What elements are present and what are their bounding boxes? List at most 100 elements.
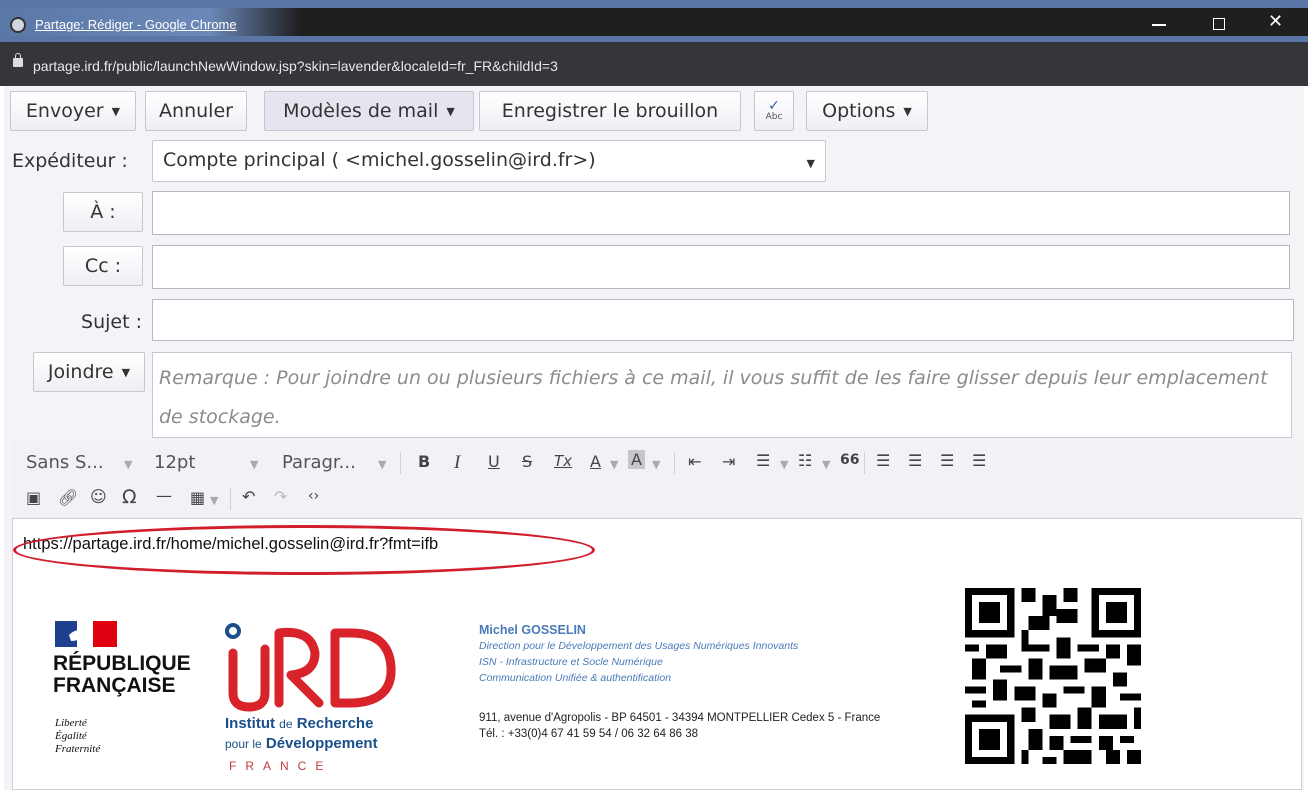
- motto-fraternite: Fraternité: [55, 743, 101, 755]
- indent-icon[interactable]: ⇥: [722, 452, 735, 471]
- window-titlebar: Partage: Rédiger - Google Chrome ✕: [0, 0, 1308, 42]
- paragraph-select[interactable]: Paragr...: [282, 452, 356, 473]
- chevron-down-icon: ▼: [822, 458, 831, 471]
- italic-button[interactable]: I: [454, 452, 460, 474]
- motto-liberte: Liberté: [55, 717, 87, 729]
- chevron-down-icon: ▼: [446, 104, 455, 118]
- attach-drop-zone[interactable]: Remarque : Pour joindre un ou plusieurs …: [152, 352, 1292, 438]
- signature-name: Michel GOSSELIN: [479, 623, 586, 637]
- close-icon[interactable]: ✕: [1268, 13, 1283, 31]
- highlight-ellipse: [13, 525, 595, 575]
- subject-field[interactable]: [152, 299, 1294, 341]
- clear-format-button[interactable]: Tx: [554, 452, 572, 470]
- toolbar-divider: [674, 452, 675, 474]
- ird-word-developpement: Développement: [265, 735, 378, 752]
- spellcheck-button[interactable]: ✓ Abc: [754, 91, 794, 131]
- compose-app: Envoyer ▼ Annuler Modèles de mail ▼ Enregi…: [4, 86, 1304, 790]
- send-button[interactable]: Envoyer ▼: [10, 91, 136, 131]
- chevron-down-icon: ▼: [610, 458, 619, 471]
- rf-line2: FRANÇAISE: [53, 674, 176, 697]
- align-right-icon[interactable]: ☰: [940, 451, 954, 470]
- window-title: Partage: Rédiger - Google Chrome: [35, 17, 237, 32]
- to-label: À :: [90, 201, 116, 223]
- signature-dept1: Direction pour le Développement des Usag…: [479, 640, 799, 652]
- ird-word-pour-le: pour le: [225, 737, 262, 751]
- cc-field[interactable]: [152, 245, 1290, 289]
- from-value: Compte principal ( <michel.gosselin@ird.…: [163, 149, 596, 171]
- ird-word-de: de: [279, 717, 293, 731]
- attach-note-text: Remarque : Pour joindre un ou plusieurs …: [159, 367, 1268, 428]
- chevron-down-icon: ▼: [121, 365, 131, 379]
- signature-address: 911, avenue d'Agropolis - BP 64501 - 343…: [479, 712, 881, 724]
- chevron-down-icon: ▼: [111, 104, 121, 118]
- spellcheck-icon: ✓: [768, 98, 780, 114]
- rf-motto: Liberté Égalité Fraternité: [55, 717, 100, 756]
- special-character-button[interactable]: Ω: [122, 486, 137, 508]
- message-body-editor[interactable]: https://partage.ird.fr/home/michel.gosse…: [12, 518, 1302, 790]
- numbered-list-icon[interactable]: ☷: [798, 451, 812, 470]
- font-family-select[interactable]: Sans S...: [26, 452, 104, 473]
- font-size-select[interactable]: 12pt: [154, 452, 195, 473]
- background-color-button[interactable]: A: [628, 450, 645, 469]
- to-field[interactable]: [152, 191, 1290, 235]
- motto-egalite: Égalité: [55, 730, 87, 742]
- save-draft-button[interactable]: Enregistrer le brouillon: [479, 91, 741, 131]
- templates-label: Modèles de mail: [283, 100, 439, 122]
- justify-icon[interactable]: ☰: [972, 451, 986, 470]
- link-icon[interactable]: 🔗︎: [58, 488, 78, 507]
- save-draft-label: Enregistrer le brouillon: [501, 100, 719, 122]
- cancel-button[interactable]: Annuler: [145, 91, 247, 131]
- chevron-down-icon: ▼: [210, 494, 219, 507]
- toolbar-divider: [864, 452, 865, 474]
- source-code-icon[interactable]: ‹›: [308, 488, 319, 504]
- titlebar-stripe: [0, 0, 1308, 8]
- text-color-button[interactable]: A: [590, 452, 601, 471]
- bold-button[interactable]: B: [418, 452, 430, 471]
- ird-line2: pour le Développement: [225, 735, 378, 752]
- toolbar-divider: [400, 452, 401, 474]
- table-icon[interactable]: ▦: [190, 488, 205, 507]
- signature-dept2: ISN - Infrastructure et Socle Numérique: [479, 656, 663, 668]
- horizontal-rule-icon[interactable]: —: [156, 486, 172, 505]
- chevron-down-icon: ▼: [652, 458, 661, 471]
- editor-toolbar: Sans S... ▼ 12pt ▼ Paragr... ▼ B I U S T…: [12, 442, 1302, 518]
- chevron-down-icon: ▼: [780, 458, 789, 471]
- image-icon[interactable]: ▣: [26, 488, 41, 507]
- underline-button[interactable]: U: [488, 452, 500, 471]
- address-bar[interactable]: partage.ird.fr/public/launchNewWindow.js…: [0, 42, 1308, 86]
- spellcheck-text: Abc: [765, 112, 783, 122]
- options-label: Options: [822, 100, 896, 122]
- strikethrough-button[interactable]: S: [522, 452, 532, 471]
- align-center-icon[interactable]: ☰: [908, 451, 922, 470]
- republique-francaise-logo: RÉPUBLIQUE FRANÇAISE: [53, 653, 191, 697]
- send-label: Envoyer: [25, 100, 104, 122]
- cc-button[interactable]: Cc :: [63, 246, 143, 286]
- blockquote-button[interactable]: 66: [840, 452, 859, 468]
- signature-dept3: Communication Unifiée & authentification: [479, 672, 672, 684]
- lock-icon: [13, 53, 23, 67]
- emoji-icon[interactable]: ☺: [90, 487, 107, 506]
- undo-icon[interactable]: ↶: [242, 487, 255, 506]
- bullet-list-icon[interactable]: ☰: [756, 451, 770, 470]
- qr-code-icon: [965, 588, 1141, 764]
- marianne-flag-icon: [55, 621, 117, 647]
- from-label: Expéditeur :: [12, 150, 128, 172]
- from-select[interactable]: Compte principal ( <michel.gosselin@ird.…: [152, 140, 826, 182]
- align-left-icon[interactable]: ☰: [876, 451, 890, 470]
- options-button[interactable]: Options ▼: [806, 91, 928, 131]
- maximize-icon[interactable]: [1213, 18, 1225, 30]
- ird-logo-icon: [225, 623, 396, 712]
- attach-button[interactable]: Joindre ▼: [33, 352, 145, 392]
- cancel-label: Annuler: [159, 100, 233, 122]
- mail-templates-button[interactable]: Modèles de mail ▼: [264, 91, 474, 131]
- outdent-icon[interactable]: ⇤: [688, 452, 701, 471]
- rf-line1: RÉPUBLIQUE: [53, 652, 191, 675]
- redo-icon[interactable]: ↷: [274, 487, 287, 506]
- attach-label: Joindre: [47, 361, 114, 383]
- url-text[interactable]: partage.ird.fr/public/launchNewWindow.js…: [33, 58, 558, 74]
- cc-label: Cc :: [84, 255, 122, 277]
- ird-france: FRANCE: [229, 759, 333, 773]
- chevron-down-icon: ▼: [378, 458, 387, 471]
- to-button[interactable]: À :: [63, 192, 143, 232]
- minimize-icon[interactable]: [1152, 24, 1166, 26]
